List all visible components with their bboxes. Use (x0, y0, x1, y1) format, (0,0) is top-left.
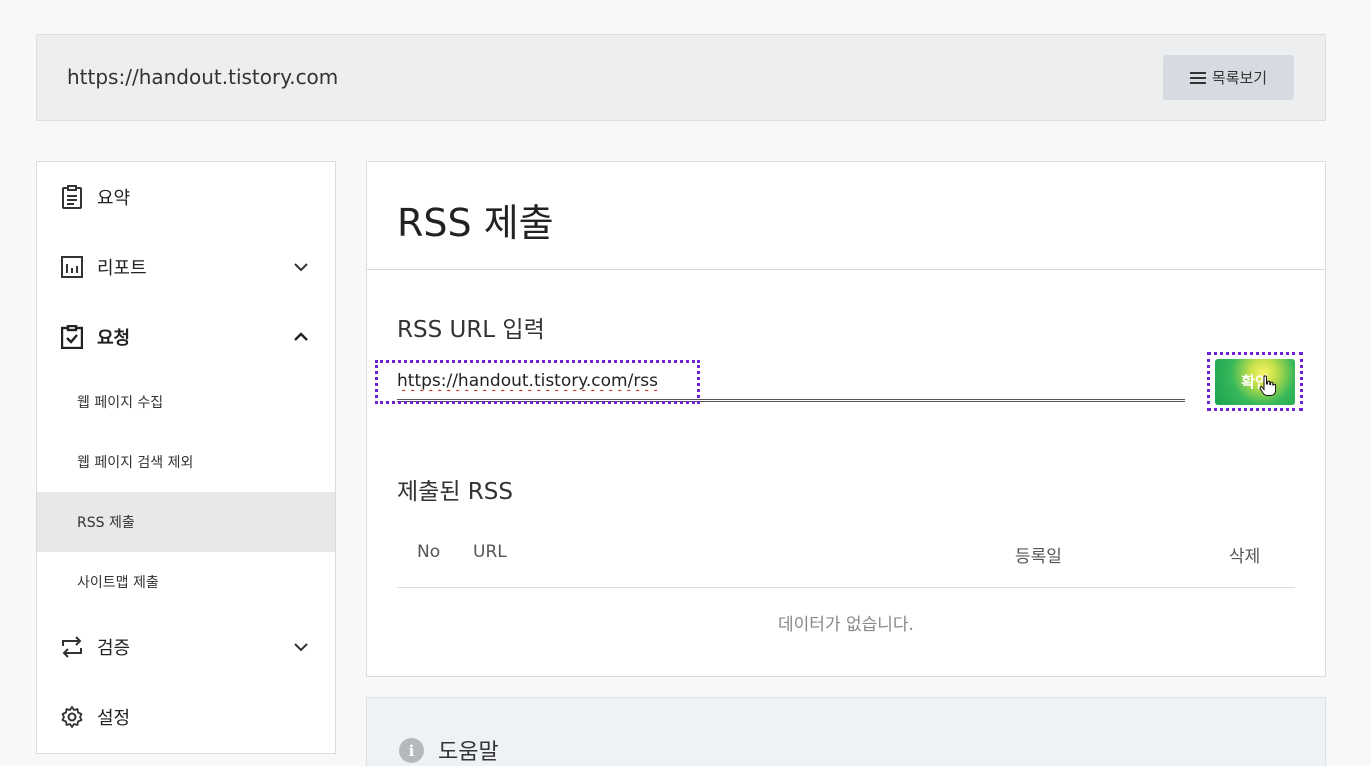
confirm-button[interactable]: 확인 (1215, 358, 1295, 405)
col-url: URL (473, 542, 507, 562)
site-url: https://handout.tistory.com (67, 65, 339, 89)
list-view-button[interactable]: 목록보기 (1163, 55, 1294, 100)
sidebar-item-settings[interactable]: 설정 (37, 692, 335, 742)
sidebar-item-label: 요약 (97, 188, 131, 209)
sidebar-item-label: 검증 (97, 638, 131, 659)
sidebar-subitem-web-collect[interactable]: 웹 페이지 수집 (37, 372, 335, 432)
help-title: 도움말 (438, 740, 499, 765)
rss-table-header: No URL 등록일 삭제 (397, 534, 1295, 588)
sidebar-item-label: 리포트 (97, 258, 147, 279)
bar-chart-icon (60, 255, 84, 279)
site-url-bar: https://handout.tistory.com 목록보기 (36, 34, 1326, 121)
sidebar-subitem-sitemap-submit[interactable]: 사이트맵 제출 (37, 552, 335, 612)
help-panel: i 도움말 (366, 697, 1326, 766)
rss-url-label: RSS URL 입력 (397, 317, 545, 343)
divider (367, 269, 1325, 270)
col-no: No (417, 542, 441, 562)
hand-cursor-icon (1259, 374, 1277, 396)
sidebar-item-label: 설정 (97, 708, 131, 729)
sidebar-subitem-rss-submit[interactable]: RSS 제출 (37, 492, 335, 552)
col-delete: 삭제 (1229, 547, 1261, 567)
page-title: RSS 제출 (397, 201, 554, 245)
chevron-up-icon (294, 332, 308, 341)
rss-submit-panel: RSS 제출 RSS URL 입력 확인 제출된 RSS No URL 등록일 … (366, 161, 1326, 677)
sidebar: 요약 리포트 요청 웹 페이지 수집 웹 페이지 검색 제외 RSS 제출 사이… (36, 161, 336, 754)
info-icon: i (399, 738, 424, 763)
list-icon (1189, 71, 1206, 85)
confirm-button-focus: 확인 (1207, 352, 1303, 411)
sidebar-subitem-web-exclude[interactable]: 웹 페이지 검색 제외 (37, 432, 335, 492)
gear-icon (60, 705, 84, 729)
sidebar-item-request[interactable]: 요청 (37, 312, 335, 362)
col-registered: 등록일 (1015, 547, 1062, 567)
sidebar-item-summary[interactable]: 요약 (37, 172, 335, 222)
submitted-rss-title: 제출된 RSS (397, 479, 513, 505)
swap-arrows-icon (60, 635, 84, 659)
list-view-label: 목록보기 (1211, 69, 1268, 87)
sidebar-item-report[interactable]: 리포트 (37, 242, 335, 292)
chevron-down-icon (294, 263, 308, 272)
clipboard-icon (60, 185, 84, 209)
empty-table-message: 데이터가 없습니다. (778, 615, 914, 635)
chevron-down-icon (294, 643, 308, 652)
sidebar-item-label: 요청 (97, 328, 131, 349)
rss-url-input[interactable] (397, 362, 1185, 402)
sidebar-item-verify[interactable]: 검증 (37, 622, 335, 672)
checklist-icon (60, 325, 84, 349)
